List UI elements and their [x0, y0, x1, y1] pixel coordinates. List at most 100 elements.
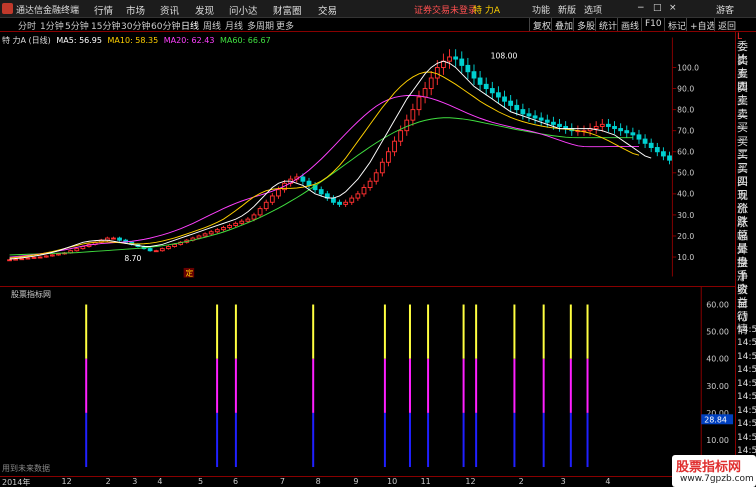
menu-function[interactable]: 功能: [532, 3, 550, 16]
candle-body: [56, 253, 61, 256]
candle-body: [416, 96, 422, 111]
signal-bar-segment: [383, 412, 386, 468]
signal-bar-segment: [586, 304, 589, 359]
signal-bar-segment: [383, 358, 386, 413]
login-notice[interactable]: 证券交易未登录: [414, 3, 477, 16]
indicator-tick-label: 40.00: [706, 355, 729, 364]
candle-body: [355, 193, 361, 199]
price-tick-label: 30.0: [677, 211, 694, 220]
candle-body: [147, 248, 153, 252]
candle-body: [654, 147, 660, 153]
period-intraday[interactable]: 分时: [18, 19, 36, 32]
ma60-line: [9, 117, 633, 256]
candle-body: [538, 117, 544, 121]
signal-bar-segment: [475, 304, 478, 359]
candle-body: [410, 109, 416, 121]
menu-trade[interactable]: 交易: [318, 3, 337, 17]
candle-body: [483, 83, 489, 90]
sidebar-item: 14:5: [737, 324, 756, 335]
candle-body: [367, 180, 373, 189]
signal-bar-segment: [462, 412, 465, 468]
signal-bar-segment: [85, 304, 88, 359]
candle-body: [428, 77, 434, 90]
menu-news[interactable]: 资讯: [160, 3, 179, 17]
menu-discover[interactable]: 发现: [195, 3, 214, 17]
candle-body: [502, 96, 507, 102]
price-tick-label: 100.0: [677, 63, 699, 72]
signal-bar-segment: [427, 358, 430, 413]
period-5min[interactable]: 5分钟: [65, 19, 89, 32]
minimize-button[interactable]: −: [637, 3, 645, 13]
date-tick-label: 10: [387, 477, 398, 486]
ma10-line: [9, 71, 640, 259]
period-15min[interactable]: 15分钟: [91, 19, 120, 32]
signal-bar-segment: [586, 412, 589, 468]
menu-wealth-circle[interactable]: 财富圈: [273, 3, 302, 17]
period-daily[interactable]: 日线: [181, 19, 199, 32]
menu-new-version[interactable]: 新版: [558, 3, 576, 16]
menu-options[interactable]: 选项: [584, 3, 602, 16]
signal-bar-segment: [513, 358, 516, 413]
indicator-panel[interactable]: 60.0050.0040.0030.0020.0010.00 28.84: [0, 286, 735, 475]
signal-bar-segment: [216, 358, 219, 413]
close-button[interactable]: ×: [669, 3, 677, 13]
candle-body: [532, 115, 538, 119]
candle-body: [642, 138, 648, 144]
signal-bar-segment: [234, 358, 237, 413]
sidebar-item: 14:5: [737, 378, 756, 389]
price-tick-label: 90.0: [677, 84, 694, 93]
quote-sidebar: L 委比 卖五 卖四 卖三 卖二 卖一 买一 买二 买三 买四 买五 现价 涨跌 涨幅 总量 外盘 换手 净资 收益自…: [735, 32, 756, 475]
draw-line-button[interactable]: 画线: [617, 18, 642, 32]
period-monthly[interactable]: 月线: [225, 19, 243, 32]
date-tick-label: 12: [61, 477, 72, 486]
menu-market-quotes[interactable]: 行情: [94, 3, 113, 17]
signal-bar-segment: [475, 358, 478, 413]
date-tick-label: 8: [315, 477, 321, 486]
candle-body: [159, 248, 165, 252]
date-tick-label: 2: [105, 477, 111, 486]
candle-body: [661, 151, 666, 157]
signal-bar-segment: [569, 412, 572, 468]
price-tick-label: 70.0: [677, 127, 694, 136]
candle-body: [453, 56, 459, 60]
date-axis: 2014年 12 2 3 4 5 6 7 8 9 10 11 12 2 3 4: [0, 476, 735, 487]
period-1min[interactable]: 1分钟: [40, 19, 64, 32]
candle-body: [496, 92, 501, 98]
menu-market[interactable]: 市场: [126, 3, 145, 17]
period-multi[interactable]: 多周期: [247, 19, 274, 32]
candle-body: [337, 201, 342, 205]
f10-button[interactable]: F10: [641, 18, 665, 31]
candles: [7, 49, 672, 262]
period-60min[interactable]: 60分钟: [151, 19, 180, 32]
signal-bar-segment: [513, 304, 516, 359]
candle-body: [331, 197, 336, 203]
candle-body: [196, 235, 202, 239]
candle-body: [276, 189, 281, 197]
price-chart[interactable]: 100.0 90.0 80.0 70.0 60.0 50.0 40.0 30.0 20.0 10.…: [0, 32, 703, 282]
back-button[interactable]: 返回: [714, 18, 739, 32]
period-more[interactable]: 更多: [276, 19, 294, 32]
signal-bar-segment: [569, 358, 572, 413]
signal-bar-segment: [408, 412, 411, 468]
period-weekly[interactable]: 周线: [203, 19, 221, 32]
candle-body: [606, 123, 611, 127]
menu-assistant[interactable]: 问小达: [229, 3, 258, 17]
sidebar-item: 14:5: [737, 338, 756, 348]
candle-body: [667, 155, 672, 161]
candle-body: [7, 259, 12, 262]
future-data-warning: 用到未来数据: [2, 464, 50, 473]
date-tick-label: 4: [157, 477, 163, 486]
maximize-button[interactable]: □: [653, 3, 662, 13]
period-30min[interactable]: 30分钟: [121, 19, 150, 32]
candle-body: [624, 130, 630, 134]
candle-body: [471, 71, 477, 79]
candle-body: [593, 125, 599, 130]
candle-body: [379, 161, 385, 174]
app-name: 通达信金融终端: [16, 6, 80, 16]
candle-body: [233, 222, 239, 226]
candle-body: [422, 88, 428, 98]
indicator-tick-label: 10.00: [706, 436, 729, 445]
sidebar-item: 14:5: [737, 432, 756, 443]
menu-guest[interactable]: 游客: [716, 3, 734, 16]
signal-bar-segment: [85, 412, 88, 468]
